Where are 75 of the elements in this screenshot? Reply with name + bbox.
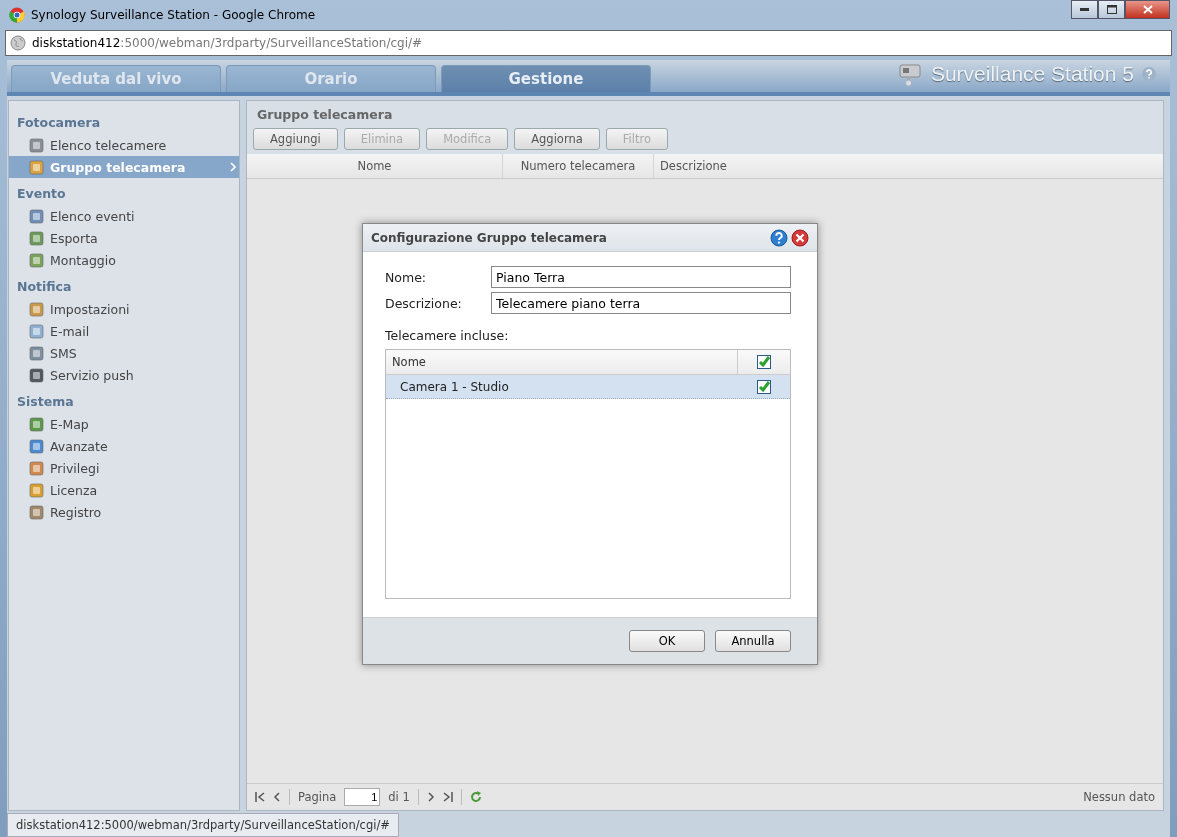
close-button[interactable] xyxy=(1125,0,1170,19)
dialog-button[interactable]: Annulla xyxy=(715,630,791,652)
column-header[interactable]: Nome xyxy=(247,154,503,178)
minimize-icon xyxy=(1080,8,1089,11)
section-heading: Evento xyxy=(16,186,67,203)
tile-icon xyxy=(29,482,44,498)
maximize-icon xyxy=(1106,5,1117,14)
tile-icon xyxy=(29,504,44,520)
panel-title: Gruppo telecamera xyxy=(247,101,1163,124)
field-label: Descrizione: xyxy=(385,295,463,311)
tile-icon xyxy=(29,460,44,476)
list-row[interactable]: Camera 1 - Studio xyxy=(386,375,790,399)
sidebar-item[interactable]: SMS xyxy=(9,342,239,364)
close-icon[interactable] xyxy=(791,228,809,247)
tile-icon xyxy=(29,137,44,153)
status-url-tooltip: diskstation412:5000/webman/3rdparty/SurveillanceStation/cgi/# xyxy=(7,813,399,837)
sidebar-item[interactable]: E-Map xyxy=(9,413,239,435)
section-heading: Notifica xyxy=(16,279,73,296)
checkbox[interactable] xyxy=(757,379,771,394)
tile-icon xyxy=(29,252,44,268)
sidebar-item[interactable]: E-mail xyxy=(9,320,239,342)
globe-icon xyxy=(10,35,26,51)
page-label: Pagina xyxy=(298,790,337,804)
sidebar-item[interactable]: Servizio push xyxy=(9,364,239,386)
section-heading: Sistema xyxy=(16,394,75,411)
tile-icon xyxy=(29,416,44,432)
sidebar-item[interactable]: Elenco eventi xyxy=(9,205,239,227)
sidebar-item[interactable]: Registro xyxy=(9,501,239,523)
next-page-icon[interactable] xyxy=(426,792,435,802)
close-icon xyxy=(1142,5,1153,14)
chevron-icon xyxy=(230,162,236,172)
toolbar-button[interactable]: Aggiorna xyxy=(514,128,600,150)
text-field[interactable]: Telecamere piano terra xyxy=(491,292,791,314)
list-label: Telecamere incluse: xyxy=(385,328,510,343)
sidebar-item[interactable]: Elenco telecamere xyxy=(9,134,239,156)
help-icon[interactable] xyxy=(770,228,788,247)
sidebar-item[interactable]: Privilegi xyxy=(9,457,239,479)
field-label: Nome: xyxy=(385,269,428,285)
tile-icon xyxy=(29,323,44,339)
column-header[interactable]: Numero telecamera xyxy=(503,154,654,178)
column-header[interactable]: Descrizione xyxy=(654,154,727,178)
tile-icon xyxy=(29,230,44,246)
window-title: Synology Surveillance Station - Google Chrome xyxy=(31,8,316,22)
tile-icon xyxy=(29,208,44,224)
toolbar-button[interactable]: Aggiungi xyxy=(253,128,338,150)
refresh-icon[interactable] xyxy=(469,791,482,803)
checkbox[interactable] xyxy=(757,355,771,369)
camera-icon xyxy=(896,62,923,86)
sidebar-item[interactable]: Impostazioni xyxy=(9,298,239,320)
text-field[interactable]: Piano Terra xyxy=(491,266,791,288)
last-page-icon[interactable] xyxy=(442,792,453,802)
address-bar[interactable]: diskstation412:5000/webman/3rdparty/SurveillanceStation/cgi/# xyxy=(5,30,1172,56)
page-field[interactable]: 1 xyxy=(344,788,381,806)
tile-icon xyxy=(29,367,44,383)
sidebar-item[interactable]: Licenza xyxy=(9,479,239,501)
maximize-button[interactable] xyxy=(1098,0,1125,19)
dialog-title: Configurazione Gruppo telecamera xyxy=(371,230,607,245)
tile-icon xyxy=(29,301,44,317)
sidebar-item[interactable]: Montaggio xyxy=(9,249,239,271)
previous-page-icon[interactable] xyxy=(273,792,281,802)
sidebar-item[interactable]: Esporta xyxy=(9,227,239,249)
tile-icon xyxy=(29,159,44,175)
app-title: Surveillance Station 5 xyxy=(930,62,1134,86)
tile-icon xyxy=(29,438,44,454)
status-text: Nessun dato xyxy=(1083,790,1155,804)
minimize-button[interactable] xyxy=(1071,0,1098,19)
first-page-icon[interactable] xyxy=(255,792,265,802)
browser-logo-icon xyxy=(9,7,25,23)
url-text: diskstation412:5000/webman/3rdparty/SurveillanceStation/cgi/# xyxy=(32,36,423,50)
sidebar-item[interactable]: Avanzate xyxy=(9,435,239,457)
dialog-button[interactable]: OK xyxy=(629,630,705,652)
camera-name: Camera 1 - Studio xyxy=(400,379,510,394)
page-total: di 1 xyxy=(388,790,410,804)
tile-icon xyxy=(29,345,44,361)
section-heading: Fotocamera xyxy=(16,115,102,132)
